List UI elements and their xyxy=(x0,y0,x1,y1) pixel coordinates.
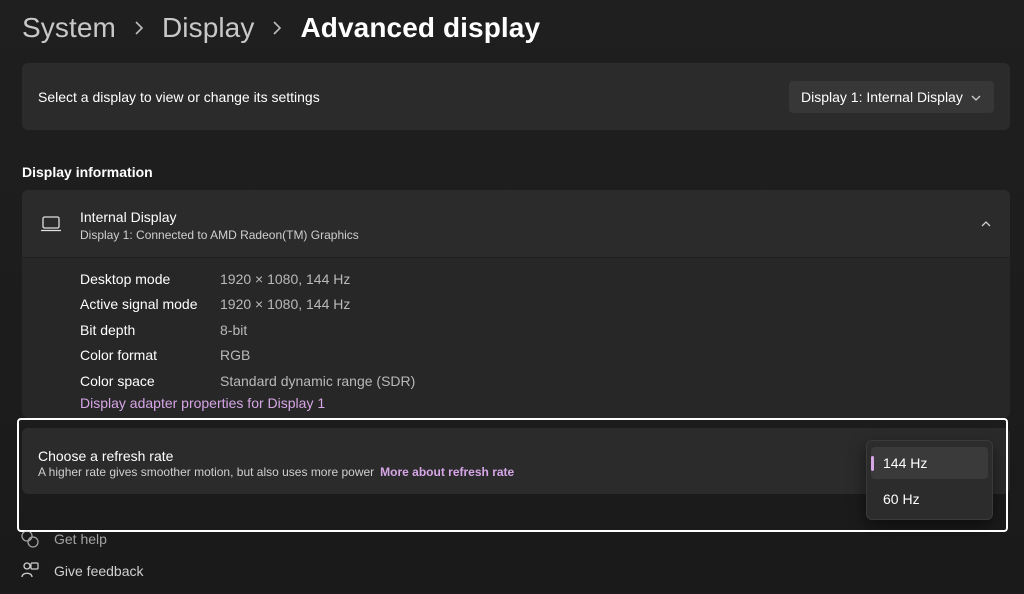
info-row-value: RGB xyxy=(220,347,251,364)
display-adapter-properties-link[interactable]: Display adapter properties for Display 1 xyxy=(80,395,325,411)
give-feedback-label: Give feedback xyxy=(54,563,144,579)
breadcrumb-display[interactable]: Display xyxy=(162,12,255,44)
get-help-label: Get help xyxy=(54,531,107,547)
info-row: Color space Standard dynamic range (SDR) xyxy=(80,368,415,394)
chevron-right-icon xyxy=(134,21,144,35)
chevron-up-icon[interactable] xyxy=(980,217,992,235)
feedback-icon xyxy=(20,561,40,581)
info-row-key: Color space xyxy=(80,372,155,389)
info-row-value: 1920 × 1080, 144 Hz xyxy=(220,270,351,287)
info-row: Desktop mode 1920 × 1080, 144 Hz xyxy=(80,266,415,292)
info-row: Color format RGB xyxy=(80,343,415,369)
laptop-icon xyxy=(40,216,62,237)
breadcrumb: System Display Advanced display xyxy=(22,8,540,48)
info-row-key: Active signal mode xyxy=(80,296,198,313)
select-display-card: Select a display to view or change its s… xyxy=(22,63,1010,130)
display-subtitle: Display 1: Connected to AMD Radeon(TM) G… xyxy=(80,228,359,242)
info-row-key: Bit depth xyxy=(80,321,136,338)
info-row: Active signal mode 1920 × 1080, 144 Hz xyxy=(80,292,415,318)
help-icon xyxy=(20,529,40,549)
info-row-value: 8-bit xyxy=(220,321,248,338)
chevron-right-icon xyxy=(272,21,282,35)
info-row-key: Desktop mode xyxy=(80,270,171,287)
display-information-card: Internal Display Display 1: Connected to… xyxy=(22,190,1010,418)
breadcrumb-system[interactable]: System xyxy=(22,12,116,44)
info-row-value: Standard dynamic range (SDR) xyxy=(220,372,416,389)
get-help-link[interactable]: Get help xyxy=(20,529,107,549)
select-display-label: Select a display to view or change its s… xyxy=(38,88,320,105)
display-select-dropdown[interactable]: Display 1: Internal Display xyxy=(789,81,994,113)
info-row-key: Color format xyxy=(80,347,158,364)
display-name: Internal Display xyxy=(80,209,177,225)
info-row-value: 1920 × 1080, 144 Hz xyxy=(220,296,351,313)
highlight-outline xyxy=(17,418,1008,532)
display-information-header[interactable]: Internal Display Display 1: Connected to… xyxy=(22,190,1010,258)
display-information-heading: Display information xyxy=(22,164,153,180)
info-row: Bit depth 8-bit xyxy=(80,317,415,343)
display-select-value: Display 1: Internal Display xyxy=(801,89,963,105)
chevron-down-icon xyxy=(970,91,982,107)
settings-page: System Display Advanced display Select a… xyxy=(0,0,1024,594)
display-info-rows: Desktop mode 1920 × 1080, 144 Hz Active … xyxy=(80,266,415,394)
page-title: Advanced display xyxy=(300,12,541,43)
give-feedback-link[interactable]: Give feedback xyxy=(20,561,144,581)
